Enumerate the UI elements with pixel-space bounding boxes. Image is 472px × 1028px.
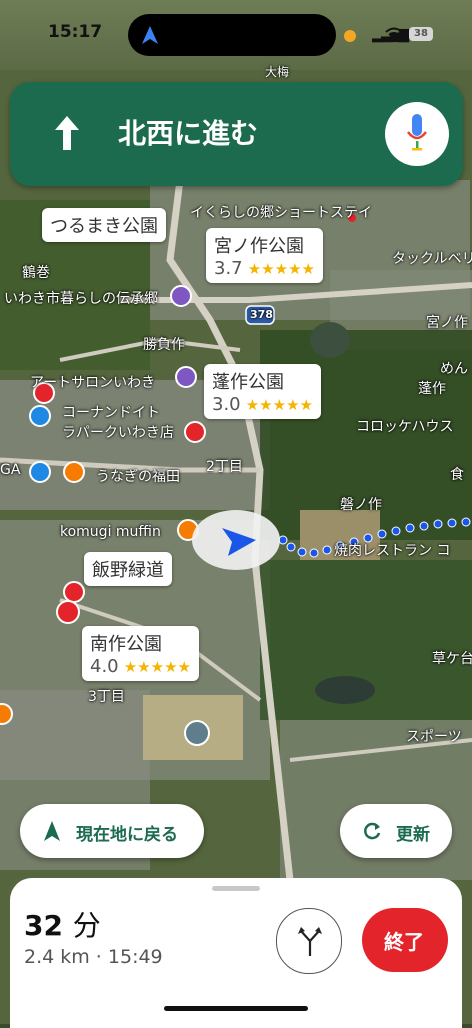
map-label-shoku: 食	[450, 467, 464, 483]
up-arrow-icon	[55, 116, 79, 150]
map-label-miyanosaku: 宮ノ作	[426, 315, 468, 331]
map-label-3chome: 3丁目	[88, 689, 125, 705]
map-label-art-salon: アートサロンいわき	[30, 375, 156, 391]
drag-handle[interactable]	[212, 886, 260, 891]
map-label-short-stay: イくらしの郷ショートステイ	[190, 205, 372, 221]
dynamic-island	[128, 14, 336, 56]
refresh-icon	[364, 822, 381, 840]
map-label-rapark: ラパークいわき店	[62, 425, 174, 441]
map-label-ga: GA	[0, 462, 21, 478]
place-label-tsurumaki-park[interactable]: つるまき公園	[42, 208, 166, 242]
microphone-icon	[407, 114, 427, 151]
map-label-croquette: コロッケハウス	[356, 419, 454, 435]
voice-search-button[interactable]	[385, 102, 449, 166]
battery-icon: 38	[409, 27, 433, 41]
rating-stars: ★★★★★	[247, 260, 315, 278]
route-fork-icon	[298, 927, 322, 956]
navigation-instruction-banner[interactable]: 北西に進む	[10, 82, 463, 186]
navigation-arrow-icon	[44, 821, 60, 841]
place-card-yomogisaku-park[interactable]: 蓬作公園 3.0 ★★★★★	[204, 364, 321, 419]
map-label-sports: スポーツ	[406, 729, 462, 745]
map-label-yomogisaku: 蓬作	[418, 381, 446, 397]
map-label-takkuru: タックルベリ	[392, 251, 472, 267]
place-card-minamisaku-park[interactable]: 南作公園 4.0 ★★★★★	[82, 626, 199, 681]
map-label-komugi: komugi muffin	[60, 524, 161, 540]
map-label-kusakizaki: 草ケ台	[432, 651, 472, 667]
place-card-miyanosaku-park[interactable]: 宮ノ作公園 3.7 ★★★★★	[206, 228, 323, 283]
place-card-iino-ryokudo[interactable]: 飯野緑道	[84, 552, 172, 586]
route-378-shield: 378	[250, 308, 273, 321]
map-label-men: めん	[440, 361, 468, 377]
status-bar: 15:17 ▂▃▅▇ 38	[0, 0, 472, 70]
map-label-daiho: 大梅	[265, 65, 290, 79]
status-time: 15:17	[48, 22, 103, 42]
home-indicator[interactable]	[164, 1006, 308, 1011]
trip-details: 2.4 km · 15:49	[24, 946, 163, 968]
rating-stars: ★★★★★	[245, 396, 313, 414]
instruction-text: 北西に進む	[118, 117, 259, 150]
recording-indicator-icon	[344, 30, 356, 42]
alternate-routes-button[interactable]	[276, 908, 342, 974]
end-navigation-button[interactable]: 終了	[362, 908, 448, 972]
map-label-yakiniku: 焼肉レストラン コ	[334, 543, 451, 559]
wifi-icon	[385, 27, 403, 41]
trip-duration: 32 分	[24, 909, 101, 942]
map-label-unagi: うなぎの福田	[96, 469, 180, 485]
map-label-tradition-village: いわき市暮らしの伝承郷	[4, 291, 158, 307]
navigation-arrow-icon	[142, 26, 158, 44]
trip-bottom-sheet[interactable]: 32 分 2.4 km · 15:49 終了	[10, 878, 462, 1028]
map-label-iwanosaku: 磐ノ作	[340, 497, 382, 513]
rating-stars: ★★★★★	[123, 658, 191, 676]
map-label-katsuzaku: 勝負作	[143, 337, 185, 353]
map-label-2chome: 2丁目	[206, 459, 243, 475]
recenter-button[interactable]: 現在地に戻る	[20, 804, 204, 858]
refresh-button[interactable]: 更新	[340, 804, 452, 858]
map-label-konan: コーナンドイト	[62, 405, 160, 421]
map-label-tsurumaki: 鶴巻	[22, 265, 50, 281]
